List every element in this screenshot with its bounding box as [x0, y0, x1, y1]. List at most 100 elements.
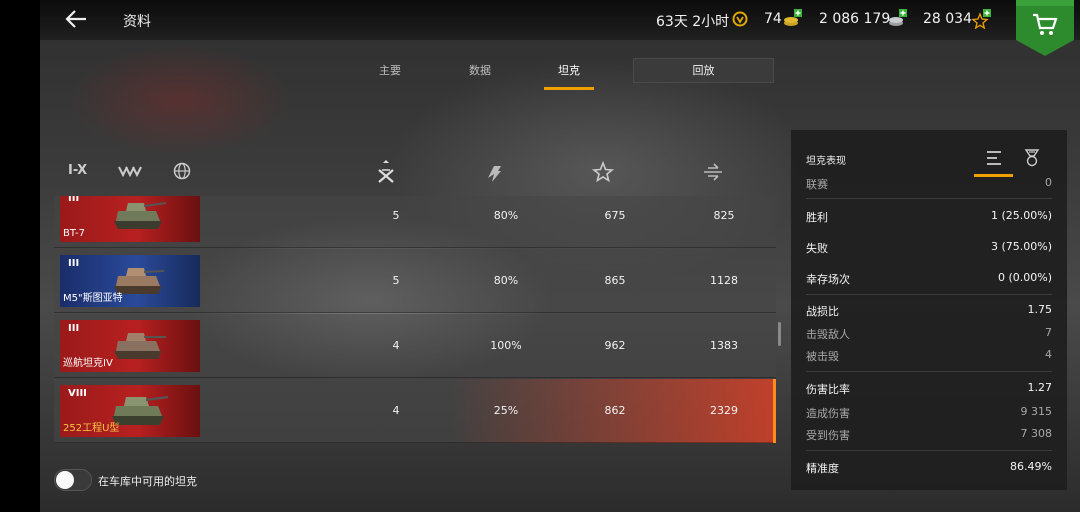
league-row: 联赛 0 [806, 176, 1052, 194]
gold-plus-icon[interactable] [782, 9, 802, 29]
tank-name: M5"斯图亚特 [63, 293, 123, 304]
tank-thumbnail-icon [114, 333, 166, 359]
battles-value: 4 [392, 339, 400, 352]
tank-performance-panel: 坦克表现 联赛 0 胜利 1 (25.00%) 失败 3 (75.00%) 幸存… [791, 130, 1067, 490]
tab-main-label: 主要 [379, 64, 401, 77]
damage-received-row: 受到伤害 7 308 [806, 427, 1052, 445]
avg-xp-value: 862 [604, 404, 626, 417]
accuracy-value: 86.49% [1010, 460, 1052, 473]
losses-label: 失败 [806, 242, 828, 255]
nation-filter-globe-icon[interactable] [171, 160, 193, 182]
tank-thumbnail-icon [114, 202, 167, 229]
avg-damage-value: 1128 [710, 274, 738, 287]
damage-received-label: 受到伤害 [806, 429, 850, 442]
wins-label: 胜利 [806, 211, 828, 224]
garage-available-label: 在车库中可用的坦克 [98, 475, 197, 488]
winrate-value: 25% [493, 404, 519, 417]
survived-label: 幸存场次 [806, 273, 850, 286]
back-arrow-icon[interactable] [64, 8, 88, 30]
damage-received-value: 7 308 [1020, 427, 1053, 440]
tab-tanks-label: 坦克 [558, 64, 580, 77]
avg-xp-column-star-icon[interactable] [583, 160, 623, 184]
free-xp-plus-icon[interactable] [971, 9, 991, 29]
divider [806, 294, 1052, 295]
toggle-knob [56, 471, 74, 489]
winrate-column-icon[interactable] [474, 160, 514, 184]
battles-value: 4 [392, 404, 400, 417]
garage-available-toggle[interactable] [54, 469, 92, 491]
tab-active-underline [544, 87, 594, 90]
tank-row-bt7[interactable]: III BT-7 5 80% 675 825 [54, 196, 776, 248]
tank-row-object-252u[interactable]: VIII 252工程U型 4 25% 862 2329 [54, 379, 776, 443]
vehicle-type-filter-icon[interactable] [116, 160, 142, 182]
list-scrollbar[interactable] [778, 322, 781, 346]
survived-row: 幸存场次 0 (0.00%) [806, 271, 1052, 289]
tank-name: BT-7 [63, 228, 86, 239]
tank-row-cruiser-iv[interactable]: III 巡航坦克IV 4 100% 962 1383 [54, 314, 776, 378]
tank-card: III M5"斯图亚特 [60, 255, 200, 307]
damage-ratio-value: 1.27 [1027, 381, 1053, 394]
divider [806, 198, 1052, 199]
tank-tier: III [68, 323, 80, 334]
tank-card: III 巡航坦克IV [60, 320, 200, 372]
tank-tier: VIII [68, 388, 87, 399]
kd-label: 战损比 [806, 305, 839, 318]
panel-tab-list-icon[interactable] [974, 144, 1014, 172]
avg-damage-value: 1383 [710, 339, 738, 352]
tank-name: 252工程U型 [63, 423, 120, 434]
panel-title: 坦克表现 [806, 156, 846, 167]
damage-dealt-value: 9 315 [1020, 405, 1053, 418]
deaths-label: 被击毁 [806, 350, 839, 363]
profile-screen: 资料 63天 2小时 74 2 086 179 28 034 主要 数据 坦克 … [40, 0, 1080, 512]
battles-value: 5 [392, 209, 400, 222]
tab-replays[interactable]: 回放 [633, 58, 774, 83]
tab-replays-label: 回放 [692, 64, 715, 77]
tank-name: 巡航坦克IV [63, 358, 113, 369]
tank-card: III BT-7 [60, 196, 200, 242]
gold-amount: 74 [764, 11, 782, 27]
losses-row: 失败 3 (75.00%) [806, 240, 1052, 258]
wins-value: 1 (25.00%) [990, 209, 1052, 222]
league-value: 0 [1045, 176, 1052, 189]
kd-row: 战损比 1.75 [806, 303, 1052, 321]
wins-row: 胜利 1 (25.00%) [806, 209, 1052, 227]
tab-main[interactable]: 主要 [366, 56, 414, 88]
damage-ratio-row: 伤害比率 1.27 [806, 381, 1052, 399]
survived-value: 0 (0.00%) [997, 271, 1052, 284]
avg-damage-value: 2329 [710, 404, 738, 417]
accuracy-label: 精准度 [806, 462, 839, 475]
divider [806, 371, 1052, 372]
winrate-value: 80% [493, 274, 519, 287]
tab-stats[interactable]: 数据 [456, 56, 504, 88]
tank-card: VIII 252工程U型 [60, 385, 200, 437]
tank-list: III BT-7 5 80% 675 825 III M5"斯图亚特 5 80%… [54, 196, 776, 446]
tank-row-m5-stuart[interactable]: III M5"斯图亚特 5 80% 865 1128 [54, 249, 776, 313]
kd-value: 1.75 [1027, 303, 1053, 316]
free-xp-amount: 28 034 [923, 11, 972, 27]
damage-ratio-label: 伤害比率 [806, 383, 850, 396]
credits-plus-icon[interactable] [887, 9, 907, 29]
losses-value: 3 (75.00%) [990, 240, 1052, 253]
winrate-value: 100% [490, 339, 522, 352]
avg-xp-value: 962 [604, 339, 626, 352]
damage-dealt-row: 造成伤害 9 315 [806, 405, 1052, 423]
tank-tier: III [68, 196, 80, 204]
battles-column-sort-icon[interactable] [366, 160, 406, 184]
kills-label: 击毁敌人 [806, 328, 850, 341]
panel-tab-medal-icon[interactable] [1012, 144, 1052, 172]
premium-time: 63天 2小时 [656, 14, 730, 30]
avg-damage-value: 825 [713, 209, 735, 222]
page-title: 资料 [123, 14, 151, 30]
shop-cart-button[interactable] [1016, 0, 1074, 56]
credits-amount: 2 086 179 [819, 11, 891, 27]
league-label: 联赛 [806, 178, 828, 191]
damage-dealt-label: 造成伤害 [806, 407, 850, 420]
deaths-row: 被击毁 4 [806, 348, 1052, 366]
tab-tanks[interactable]: 坦克 [544, 56, 594, 90]
avg-damage-column-icon[interactable] [692, 160, 732, 184]
divider [806, 450, 1052, 451]
selected-indicator [773, 379, 776, 443]
avg-xp-value: 865 [604, 274, 626, 287]
battles-value: 5 [392, 274, 400, 287]
tier-filter[interactable]: I-X [68, 160, 92, 182]
